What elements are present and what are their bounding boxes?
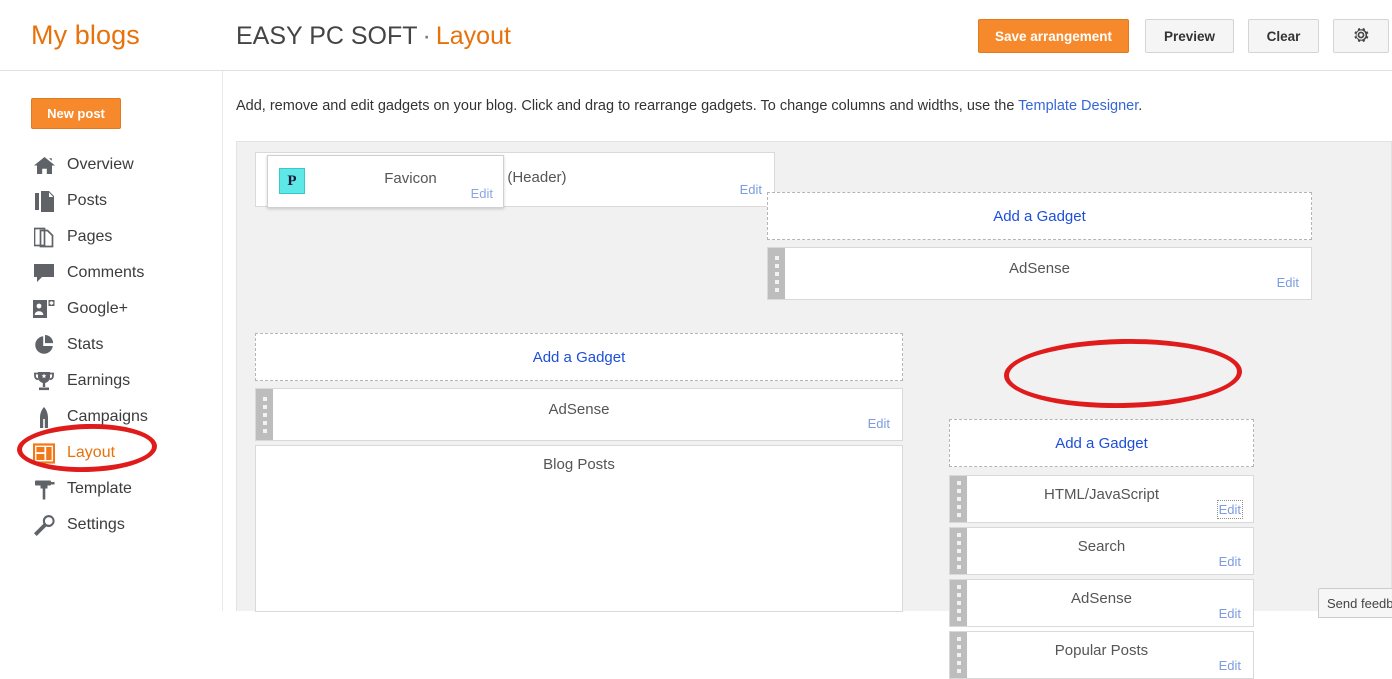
sidebar-item-settings[interactable]: Settings bbox=[0, 507, 223, 543]
sidebar-item-googleplus[interactable]: Google+ bbox=[0, 291, 223, 327]
sidebar-item-label: Campaigns bbox=[67, 408, 148, 425]
sidebar-nav: Overview Posts Pages Comments Google+ St… bbox=[0, 147, 223, 543]
sidebar-item-template[interactable]: Template bbox=[0, 471, 223, 507]
sidebar-item-label: Settings bbox=[67, 516, 125, 533]
sidebar-item-label: Earnings bbox=[67, 372, 131, 389]
breadcrumb: EASY PC SOFT · Layout bbox=[236, 22, 511, 51]
template-icon bbox=[31, 477, 57, 501]
home-icon bbox=[31, 153, 57, 177]
gadget-adsense-top[interactable]: AdSense Edit bbox=[767, 247, 1312, 300]
layout-canvas: SOFT (Header) Edit Add a Gadget AdSense … bbox=[236, 141, 1392, 679]
sidebar-item-comments[interactable]: Comments bbox=[0, 255, 223, 291]
page-description: Add, remove and edit gadgets on your blo… bbox=[236, 98, 1142, 114]
wrench-icon bbox=[31, 513, 57, 537]
save-arrangement-button[interactable]: Save arrangement bbox=[978, 19, 1129, 53]
gadget-title: HTML/JavaScript bbox=[1043, 486, 1160, 503]
breadcrumb-section: Layout bbox=[435, 22, 511, 50]
new-post-button[interactable]: New post bbox=[31, 98, 121, 129]
breadcrumb-separator: · bbox=[422, 22, 431, 50]
gadget-adsense-middle[interactable]: AdSense Edit bbox=[255, 388, 903, 441]
gadget-edit-link[interactable]: Edit bbox=[1216, 500, 1244, 519]
gadget-popular-posts[interactable]: Popular Posts Edit bbox=[949, 631, 1254, 679]
sidebar-item-label: Layout bbox=[67, 444, 116, 461]
sidebar-item-label: Google+ bbox=[67, 300, 128, 317]
sidebar-item-label: Template bbox=[67, 480, 132, 497]
gadget-title: AdSense bbox=[548, 401, 610, 418]
gadget-title: Search bbox=[1077, 538, 1126, 555]
sidebar-item-earnings[interactable]: Earnings bbox=[0, 363, 223, 399]
googleplus-icon bbox=[31, 297, 57, 321]
gadget-edit-link[interactable]: Edit bbox=[868, 416, 890, 431]
comment-icon bbox=[31, 261, 57, 285]
gadget-edit-link[interactable]: Edit bbox=[1219, 606, 1241, 621]
preview-button[interactable]: Preview bbox=[1145, 19, 1234, 53]
sidebar-item-label: Overview bbox=[67, 156, 134, 173]
main-content: Add, remove and edit gadgets on your blo… bbox=[223, 71, 1392, 679]
gadget-favicon-dragging[interactable]: P Favicon Edit bbox=[267, 155, 504, 208]
sidebar-item-label: Posts bbox=[67, 192, 108, 209]
add-gadget-label: Add a Gadget bbox=[1055, 434, 1148, 452]
breadcrumb-blog-name[interactable]: EASY PC SOFT bbox=[236, 22, 418, 50]
gadget-edit-link[interactable]: Edit bbox=[471, 186, 493, 201]
add-gadget-label: Add a Gadget bbox=[532, 348, 626, 366]
description-text: Add, remove and edit gadgets on your blo… bbox=[236, 98, 1019, 114]
favicon-image: P bbox=[279, 168, 305, 194]
sidebar-item-campaigns[interactable]: Campaigns bbox=[0, 399, 223, 435]
sidebar-item-label: Comments bbox=[67, 264, 145, 281]
gadget-html-javascript[interactable]: HTML/JavaScript Edit bbox=[949, 475, 1254, 523]
template-designer-link[interactable]: Template Designer bbox=[1018, 98, 1138, 114]
gadget-title: AdSense bbox=[1071, 590, 1132, 607]
sidebar-item-stats[interactable]: Stats bbox=[0, 327, 223, 363]
my-blogs-link[interactable]: My blogs bbox=[31, 20, 140, 51]
campaigns-icon bbox=[31, 405, 57, 429]
gadget-title: Favicon bbox=[384, 170, 437, 187]
gadget-title: Blog Posts bbox=[543, 456, 615, 473]
stats-icon bbox=[31, 333, 57, 357]
description-end: . bbox=[1138, 98, 1143, 114]
gadget-edit-link[interactable]: Edit bbox=[1277, 275, 1299, 290]
gadget-edit-link[interactable]: Edit bbox=[740, 182, 762, 197]
top-bar: My blogs EASY PC SOFT · Layout Save arrang… bbox=[0, 0, 1392, 71]
sidebar: New post Overview Posts Pages Comments G… bbox=[0, 71, 223, 611]
add-gadget-middle[interactable]: Add a Gadget bbox=[255, 333, 903, 381]
send-feedback-button[interactable]: Send feedback bbox=[1318, 588, 1392, 618]
gadget-edit-link[interactable]: Edit bbox=[1219, 658, 1241, 673]
posts-icon bbox=[31, 189, 57, 213]
add-gadget-right-top[interactable]: Add a Gadget bbox=[767, 192, 1312, 240]
gadget-title: AdSense bbox=[1009, 260, 1070, 277]
add-gadget-sidebar[interactable]: Add a Gadget bbox=[949, 419, 1254, 467]
gear-icon bbox=[1351, 25, 1371, 48]
gadget-blog-posts[interactable]: Blog Posts bbox=[255, 445, 903, 612]
layout-icon bbox=[31, 441, 57, 465]
gadget-title: Popular Posts bbox=[1054, 642, 1149, 659]
clear-button[interactable]: Clear bbox=[1248, 19, 1319, 53]
gadget-search[interactable]: Search Edit bbox=[949, 527, 1254, 575]
pages-icon bbox=[31, 225, 57, 249]
sidebar-item-overview[interactable]: Overview bbox=[0, 147, 223, 183]
sidebar-item-layout[interactable]: Layout bbox=[0, 435, 223, 471]
gadget-edit-link[interactable]: Edit bbox=[1219, 554, 1241, 569]
settings-gear-button[interactable] bbox=[1333, 19, 1389, 53]
trophy-icon bbox=[31, 369, 57, 393]
gadget-adsense-sidebar[interactable]: AdSense Edit bbox=[949, 579, 1254, 627]
add-gadget-label: Add a Gadget bbox=[993, 207, 1086, 225]
sidebar-item-pages[interactable]: Pages bbox=[0, 219, 223, 255]
sidebar-item-label: Stats bbox=[67, 336, 104, 353]
sidebar-item-label: Pages bbox=[67, 228, 113, 245]
sidebar-item-posts[interactable]: Posts bbox=[0, 183, 223, 219]
